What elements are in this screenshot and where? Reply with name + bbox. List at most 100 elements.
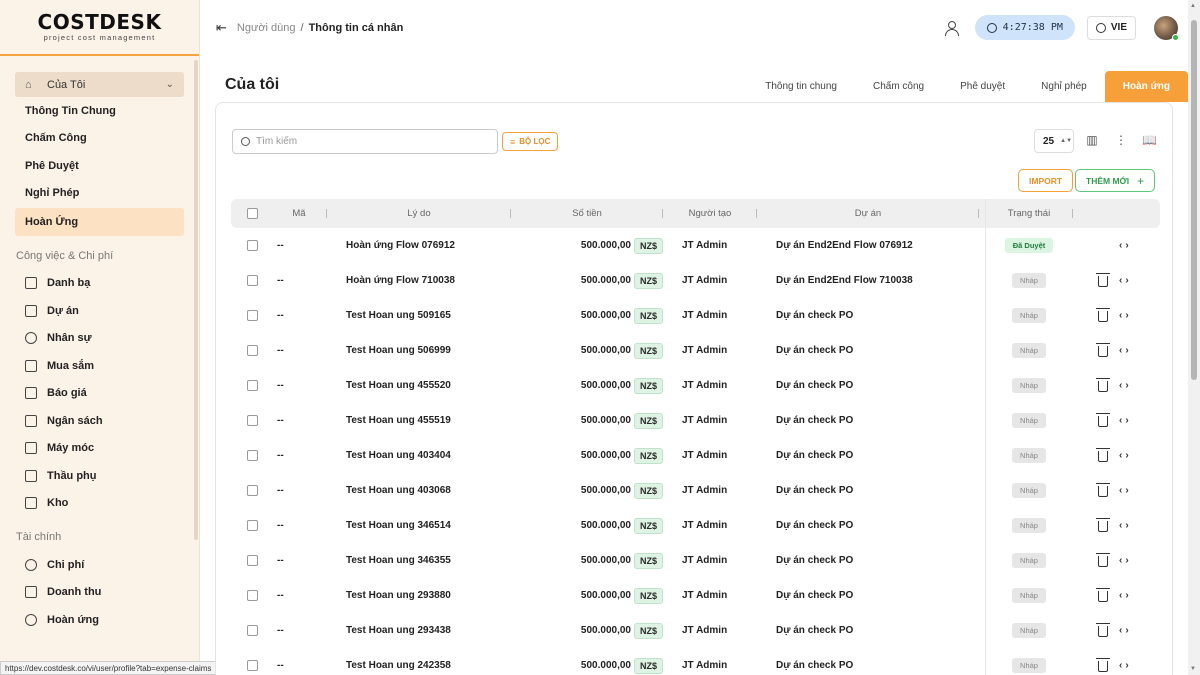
table-row[interactable]: -- Test Hoan ung 509165 500.000,00 NZ$ JT Ad… bbox=[231, 298, 1160, 333]
sidebar-item[interactable]: Báo giá bbox=[15, 380, 184, 408]
cell-reason[interactable]: Test Hoan ung 293880 bbox=[346, 578, 516, 613]
cell-project[interactable]: Dự án check PO bbox=[776, 578, 986, 613]
table-row[interactable]: -- Test Hoan ung 346355 500.000,00 NZ$ JT Ad… bbox=[231, 543, 1160, 578]
trash-icon[interactable] bbox=[1096, 308, 1110, 322]
col-status[interactable]: Trạng thái bbox=[985, 199, 1073, 228]
row-checkbox[interactable] bbox=[247, 310, 258, 321]
trash-icon[interactable] bbox=[1096, 553, 1110, 567]
row-checkbox[interactable] bbox=[247, 345, 258, 356]
trash-icon[interactable] bbox=[1096, 658, 1110, 672]
page-size-select[interactable]: 25 ▲▼ bbox=[1034, 129, 1074, 153]
row-nav-arrows[interactable]: ‹› bbox=[1119, 473, 1149, 508]
cell-project[interactable]: Dự án check PO bbox=[776, 333, 986, 368]
language-selector[interactable]: VIE bbox=[1086, 15, 1136, 40]
table-row[interactable]: -- Test Hoan ung 293880 500.000,00 NZ$ JT Ad… bbox=[231, 578, 1160, 613]
sidebar-group-my[interactable]: ⌂ Của Tôi ⌄ bbox=[15, 72, 184, 97]
sidebar-subitem[interactable]: Thông Tin Chung bbox=[15, 97, 184, 125]
table-row[interactable]: -- Test Hoan ung 455520 500.000,00 NZ$ JT Ad… bbox=[231, 368, 1160, 403]
sidebar-subitem[interactable]: Hoàn Ứng bbox=[15, 208, 184, 236]
collapse-menu-icon[interactable]: ⇤ bbox=[216, 20, 227, 36]
trash-icon[interactable] bbox=[1096, 343, 1110, 357]
col-project[interactable]: Dự án bbox=[757, 199, 979, 228]
tab-item[interactable]: Phê duyệt bbox=[942, 71, 1023, 102]
sidebar-scrollbar[interactable] bbox=[194, 60, 198, 540]
row-nav-arrows[interactable]: ‹› bbox=[1119, 543, 1149, 578]
trash-icon[interactable] bbox=[1096, 483, 1110, 497]
sidebar-subitem[interactable]: Chấm Công bbox=[15, 125, 184, 153]
row-nav-arrows[interactable]: ‹› bbox=[1119, 438, 1149, 473]
sidebar-item[interactable]: Dự án bbox=[15, 297, 184, 325]
table-row[interactable]: -- Test Hoan ung 455519 500.000,00 NZ$ JT Ad… bbox=[231, 403, 1160, 438]
table-row[interactable]: -- Test Hoan ung 506999 500.000,00 NZ$ JT Ad… bbox=[231, 333, 1160, 368]
sidebar-item[interactable]: Doanh thu bbox=[15, 579, 184, 607]
row-checkbox[interactable] bbox=[247, 450, 258, 461]
tab-item[interactable]: Thông tin chung bbox=[747, 71, 855, 102]
row-checkbox[interactable] bbox=[247, 380, 258, 391]
sidebar-item[interactable]: Kho bbox=[15, 490, 184, 518]
book-icon[interactable]: 📖 bbox=[1142, 133, 1157, 147]
row-checkbox[interactable] bbox=[247, 240, 258, 251]
sidebar-item[interactable]: Ngân sách bbox=[15, 407, 184, 435]
sidebar-item[interactable]: Máy móc bbox=[15, 435, 184, 463]
breadcrumb-parent[interactable]: Người dùng bbox=[237, 22, 296, 34]
row-nav-arrows[interactable]: ‹› bbox=[1119, 648, 1149, 675]
search-box[interactable] bbox=[232, 129, 498, 154]
tab-item[interactable]: Hoàn ứng bbox=[1104, 71, 1188, 102]
row-nav-arrows[interactable]: ‹› bbox=[1119, 508, 1149, 543]
cell-reason[interactable]: Hoàn ứng Flow 710038 bbox=[346, 263, 516, 298]
filter-button[interactable]: ≡ BỘ LỌC bbox=[502, 132, 559, 151]
scroll-down-icon[interactable]: ▼ bbox=[1190, 666, 1196, 672]
cell-project[interactable]: Dự án check PO bbox=[776, 473, 986, 508]
sidebar-item[interactable]: Mua sắm bbox=[15, 352, 184, 380]
sidebar-item[interactable]: Danh bạ bbox=[15, 270, 184, 298]
row-checkbox[interactable] bbox=[247, 590, 258, 601]
trash-icon[interactable] bbox=[1096, 413, 1110, 427]
add-new-button[interactable]: THÊM MỚI + bbox=[1075, 169, 1156, 192]
cell-project[interactable]: Dự án check PO bbox=[776, 648, 986, 675]
select-all-checkbox[interactable] bbox=[247, 208, 258, 219]
cell-reason[interactable]: Test Hoan ung 346514 bbox=[346, 508, 516, 543]
row-checkbox[interactable] bbox=[247, 415, 258, 426]
row-nav-arrows[interactable]: ‹› bbox=[1119, 228, 1149, 263]
row-checkbox[interactable] bbox=[247, 485, 258, 496]
sidebar-subitem[interactable]: Nghỉ Phép bbox=[15, 180, 184, 208]
row-nav-arrows[interactable]: ‹› bbox=[1119, 578, 1149, 613]
cell-project[interactable]: Dự án check PO bbox=[776, 438, 986, 473]
cell-project[interactable]: Dự án check PO bbox=[776, 613, 986, 648]
trash-icon[interactable] bbox=[1096, 588, 1110, 602]
table-row[interactable]: -- Test Hoan ung 403068 500.000,00 NZ$ JT Ad… bbox=[231, 473, 1160, 508]
sidebar-item[interactable]: Thầu phụ bbox=[15, 462, 184, 490]
sidebar-item[interactable]: Hoàn ứng bbox=[15, 606, 184, 634]
cell-reason[interactable]: Test Hoan ung 346355 bbox=[346, 543, 516, 578]
cell-project[interactable]: Dự án check PO bbox=[776, 508, 986, 543]
row-checkbox[interactable] bbox=[247, 520, 258, 531]
more-vertical-icon[interactable]: ⋮ bbox=[1114, 133, 1128, 147]
cell-reason[interactable]: Hoàn ứng Flow 076912 bbox=[346, 228, 516, 263]
col-code[interactable]: Mã bbox=[271, 199, 327, 228]
scroll-up-icon[interactable]: ▲ bbox=[1190, 3, 1196, 9]
row-nav-arrows[interactable]: ‹› bbox=[1119, 298, 1149, 333]
col-amount[interactable]: Số tiền bbox=[511, 199, 663, 228]
cell-reason[interactable]: Test Hoan ung 506999 bbox=[346, 333, 516, 368]
trash-icon[interactable] bbox=[1096, 623, 1110, 637]
trash-icon[interactable] bbox=[1096, 378, 1110, 392]
page-scrollbar[interactable]: ▲ ▼ bbox=[1188, 0, 1200, 675]
row-checkbox[interactable] bbox=[247, 625, 258, 636]
col-reason[interactable]: Lý do bbox=[327, 199, 511, 228]
search-input[interactable] bbox=[256, 136, 476, 147]
col-creator[interactable]: Người tạo bbox=[663, 199, 757, 228]
cell-reason[interactable]: Test Hoan ung 509165 bbox=[346, 298, 516, 333]
cell-project[interactable]: Dự án check PO bbox=[776, 368, 986, 403]
cell-reason[interactable]: Test Hoan ung 293438 bbox=[346, 613, 516, 648]
cell-reason[interactable]: Test Hoan ung 455519 bbox=[346, 403, 516, 438]
row-nav-arrows[interactable]: ‹› bbox=[1119, 368, 1149, 403]
cell-project[interactable]: Dự án check PO bbox=[776, 403, 986, 438]
cell-project[interactable]: Dự án check PO bbox=[776, 543, 986, 578]
cell-reason[interactable]: Test Hoan ung 403068 bbox=[346, 473, 516, 508]
trash-icon[interactable] bbox=[1096, 448, 1110, 462]
tab-item[interactable]: Chấm công bbox=[855, 71, 942, 102]
sidebar-subitem[interactable]: Phê Duyệt bbox=[15, 152, 184, 180]
sidebar-item[interactable]: Nhân sự bbox=[15, 325, 184, 353]
scrollbar-thumb[interactable] bbox=[1191, 20, 1197, 380]
tab-item[interactable]: Nghỉ phép bbox=[1023, 71, 1105, 102]
